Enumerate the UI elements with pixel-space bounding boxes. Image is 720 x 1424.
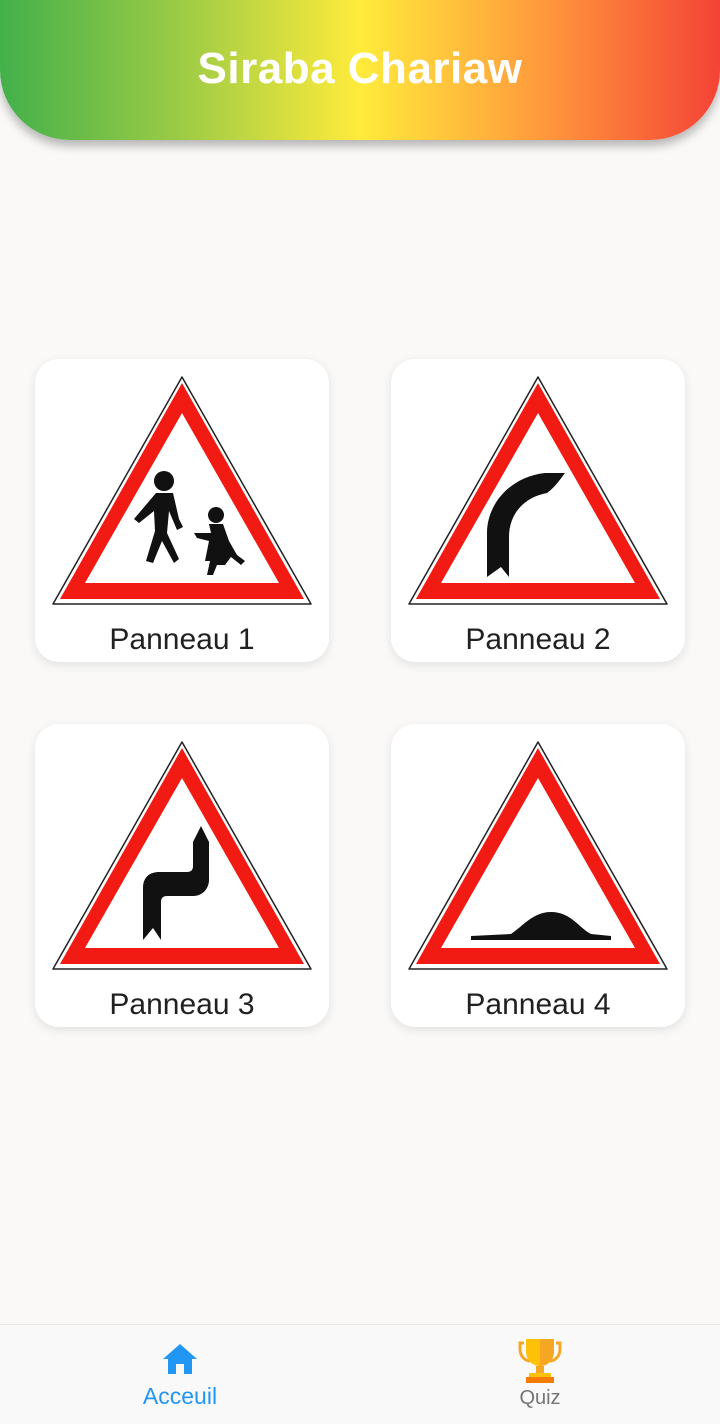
nav-label-home: Acceuil xyxy=(142,1383,218,1409)
card-label: Panneau 4 xyxy=(465,988,611,1021)
card-label: Panneau 1 xyxy=(109,623,255,656)
app-header: Siraba Chariaw xyxy=(0,0,720,140)
sign-card-3[interactable]: Panneau 3 xyxy=(35,724,329,1027)
card-label: Panneau 3 xyxy=(109,988,255,1021)
trophy-icon xyxy=(518,1339,562,1383)
children-crossing-sign-icon xyxy=(52,376,312,605)
nav-item-home[interactable]: Acceuil xyxy=(0,1325,360,1424)
card-label: Panneau 2 xyxy=(465,623,611,656)
nav-label-quiz: Quiz xyxy=(519,1387,561,1409)
nav-item-quiz[interactable]: Quiz xyxy=(360,1325,720,1424)
right-bend-sign-icon xyxy=(408,376,668,605)
speed-bump-sign-icon xyxy=(408,741,668,970)
sign-card-4[interactable]: Panneau 4 xyxy=(391,724,685,1027)
double-bend-sign-icon xyxy=(52,741,312,970)
sign-card-2[interactable]: Panneau 2 xyxy=(391,359,685,662)
bottom-navigation: Acceuil Quiz xyxy=(0,1324,720,1424)
app-title: Siraba Chariaw xyxy=(197,44,523,93)
sign-card-1[interactable]: Panneau 1 xyxy=(35,359,329,662)
home-icon xyxy=(163,1344,197,1374)
